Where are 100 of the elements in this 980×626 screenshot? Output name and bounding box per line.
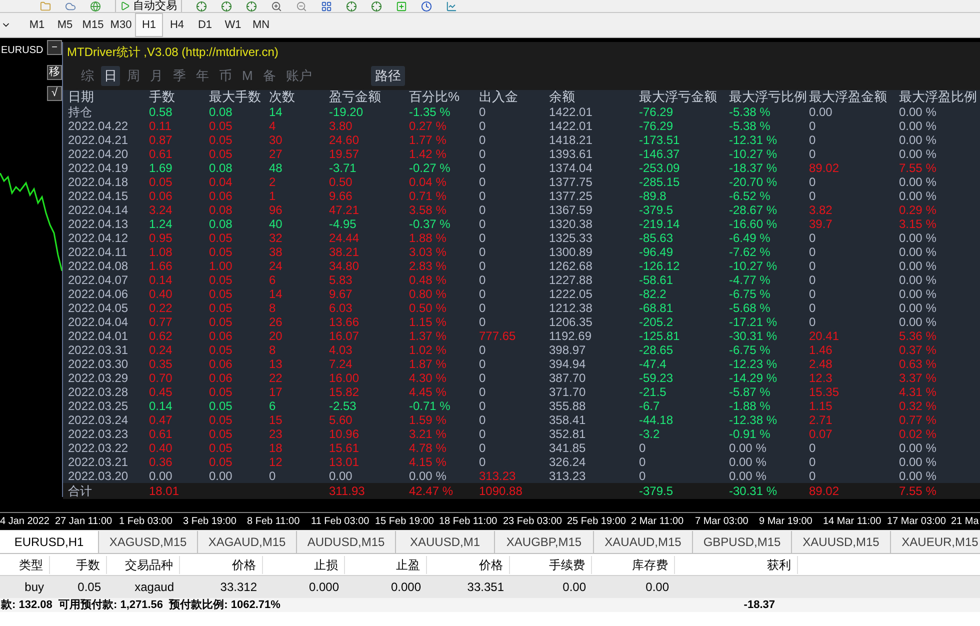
zoom-out-icon[interactable]	[296, 0, 307, 12]
table-cell-text: 0.00 %	[898, 315, 938, 329]
table-cell-text: 0.00	[808, 105, 834, 119]
table-cell-text: 0.05	[208, 147, 234, 161]
table-cell-text: 0	[478, 455, 487, 469]
path-button[interactable]: 路径	[370, 66, 405, 86]
table-cell-text: -82.2	[638, 287, 668, 301]
globe-icon[interactable]	[90, 0, 101, 12]
table-cell-text: 0.07	[808, 427, 834, 441]
chart-side-button[interactable]: √	[47, 86, 62, 101]
table-cell-text: 0.77	[148, 315, 174, 329]
table-cell-text: 7.24	[328, 357, 354, 371]
table-cell-text: -6.75 %	[728, 343, 772, 357]
table-cell-text: 1325.33	[548, 231, 594, 245]
column-header: 止损	[263, 556, 345, 574]
plus-icon[interactable]	[396, 0, 407, 12]
column-header: 手续费	[510, 556, 592, 574]
timeframe-button[interactable]: M30	[107, 13, 135, 37]
crosshair-icon[interactable]	[346, 0, 357, 12]
table-cell-text: 0.00 %	[408, 469, 448, 483]
timeframe-button[interactable]: M15	[79, 13, 107, 37]
table-cell-text: 23	[268, 427, 284, 441]
time-axis-label: 15 Feb 19:00	[375, 515, 435, 529]
table-cell-text: 13.66	[328, 315, 360, 329]
timeframe-button[interactable]: D1	[191, 13, 219, 37]
table-cell-text: 0	[478, 245, 487, 259]
table-cell-text: 38.21	[328, 245, 360, 259]
table-cell-text: 394.94	[548, 357, 587, 371]
table-cell-text: 2022.03.31	[67, 343, 130, 357]
table-cell-text: 0.00	[562, 579, 587, 596]
table-cell-text: 0	[808, 245, 817, 259]
crosshair-icon[interactable]	[221, 0, 232, 12]
table-cell-text: 0.00 %	[898, 189, 938, 203]
chart-icon[interactable]	[446, 0, 457, 12]
table-cell-text: -5.38 %	[728, 105, 772, 119]
symbol-tab[interactable]: XAGAUD,M15	[198, 531, 297, 553]
timeframe-button[interactable]: MN	[247, 13, 275, 37]
table-cell-text: 1227.88	[548, 273, 594, 287]
cloud-icon[interactable]	[65, 0, 76, 12]
table-cell-text: 0.06	[208, 371, 234, 385]
stats-tab[interactable]: 日	[101, 66, 120, 86]
table-cell-text: -19.20	[328, 105, 364, 119]
table-cell-text: 0.61	[148, 147, 174, 161]
symbol-tab[interactable]: EURUSD,H1	[0, 531, 99, 553]
symbol-tab[interactable]: XAUGBP,M15	[495, 531, 594, 553]
table-cell-text: 1.37 %	[408, 329, 448, 343]
table-cell-text: 0	[478, 399, 487, 413]
crosshair-icon[interactable]	[196, 0, 207, 12]
table-cell-text: 8	[268, 343, 277, 357]
symbol-tab[interactable]: GBPUSD,M15	[693, 531, 792, 553]
chart-side-button[interactable]: －	[47, 40, 62, 55]
table-cell-text: -5.87 %	[728, 385, 772, 399]
table-cell-text: -125.81	[638, 329, 681, 343]
table-cell-text: 89.02	[808, 161, 840, 175]
symbol-tab[interactable]: XAUAUD,M15	[594, 531, 693, 553]
auto-trading-button[interactable]: 自动交易	[115, 0, 182, 12]
column-header: 百分比%	[408, 90, 461, 105]
timeframe-button[interactable]: W1	[219, 13, 247, 37]
table-cell-text: -5.68 %	[728, 301, 772, 315]
table-cell-text: -68.81	[638, 301, 674, 315]
chart-side-button[interactable]: 移	[47, 65, 62, 80]
table-cell-text: 1	[268, 189, 277, 203]
table-cell-text: 0	[808, 259, 817, 273]
timeframe-button[interactable]: M5	[51, 13, 79, 37]
grid-icon[interactable]	[321, 0, 332, 12]
clock-icon[interactable]	[421, 0, 432, 12]
table-cell-text: 1192.69	[548, 329, 592, 343]
symbol-tab[interactable]: XAUEUR,M15	[891, 531, 980, 553]
table-cell-text: -6.52 %	[728, 189, 772, 203]
symbol-tab[interactable]: XAUUSD,M15	[792, 531, 891, 553]
table-cell-text: 89.02	[808, 484, 840, 498]
table-cell-text: -44.18	[638, 413, 674, 427]
timeframe-button[interactable]: H4	[163, 13, 191, 37]
timeframe-button[interactable]: M1	[23, 13, 51, 37]
table-cell-text: 9.67	[328, 287, 354, 301]
symbol-tab[interactable]: AUDUSD,M15	[297, 531, 396, 553]
timeframe-button[interactable]: H1	[135, 13, 163, 37]
column-header: 获利	[675, 556, 798, 574]
zoom-in-icon[interactable]	[271, 0, 282, 12]
table-cell-text: 2022.04.19	[67, 161, 130, 175]
symbol-tab[interactable]: XAUUSD,M1	[396, 531, 495, 553]
crosshair-icon[interactable]	[371, 0, 382, 12]
table-cell-text: 2022.04.14	[67, 203, 130, 217]
table-cell-text: 2022.04.15	[67, 189, 130, 203]
table-cell-text: -219.14	[638, 217, 681, 231]
table-cell-text: 0.05	[208, 245, 234, 259]
table-cell-text: 0.05	[208, 231, 234, 245]
table-cell-text: -1.88 %	[728, 399, 772, 413]
table-cell-text: -3.71	[328, 161, 358, 175]
symbol-tab[interactable]: XAGUSD,M15	[99, 531, 198, 553]
table-cell-text: 5.83	[328, 273, 354, 287]
table-cell-text: 15	[268, 413, 284, 427]
column-header: 手数	[50, 556, 107, 574]
table-cell-text: 16.07	[328, 329, 360, 343]
table-cell-text: 4.45 %	[408, 385, 448, 399]
table-cell-text: 13.01	[328, 455, 360, 469]
time-axis-label: 8 Feb 11:00	[247, 515, 301, 529]
table-cell-text: 24.60	[328, 133, 360, 147]
crosshair-icon[interactable]	[246, 0, 257, 12]
table-cell-text: 0	[638, 469, 647, 483]
